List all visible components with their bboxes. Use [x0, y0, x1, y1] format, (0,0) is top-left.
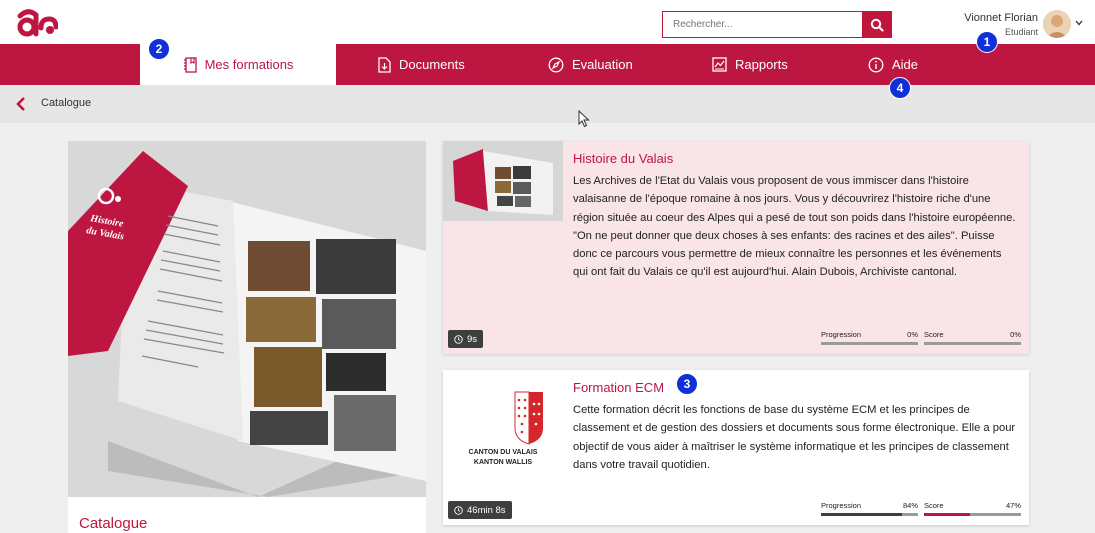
- search-icon: [870, 18, 884, 32]
- annotation-badge-1: 1: [976, 31, 998, 53]
- course-description: Les Archives de l'Etat du Valais vous pr…: [573, 175, 1016, 279]
- course-footer: 46min 8s Progression 84% Score 47%: [443, 493, 1029, 525]
- annotation-badge-2: 2: [148, 38, 170, 60]
- user-role: Etudiant: [1004, 27, 1038, 37]
- search-input[interactable]: [662, 11, 862, 38]
- info-icon: [868, 57, 884, 72]
- duration-badge: 46min 8s: [448, 501, 512, 519]
- clock-icon: [454, 505, 463, 515]
- score-bar: [924, 342, 1021, 345]
- course-thumbnail: [443, 141, 563, 221]
- course-thumbnail: CANTON DU VALAIS KANTON WALLIS: [443, 370, 563, 485]
- progression-value: 0%: [907, 330, 918, 339]
- tab-evaluation[interactable]: Evaluation: [548, 44, 633, 85]
- tab-label: Evaluation: [572, 57, 633, 72]
- progression-label: Progression: [821, 330, 862, 339]
- progression-metric: Progression 0%: [821, 330, 918, 348]
- progression-bar: [821, 342, 918, 345]
- tab-rapports[interactable]: Rapports: [712, 44, 788, 85]
- score-fill: [924, 513, 970, 516]
- score-label: Score: [924, 330, 944, 339]
- top-header: Vionnet Florian Etudiant: [0, 0, 1095, 44]
- score-metric: Score 47%: [924, 501, 1021, 519]
- catalog-cover-image: Histoire du Valais: [68, 141, 426, 497]
- thumb-caption-2: KANTON WALLIS: [473, 459, 533, 466]
- score-label: Score: [924, 501, 944, 510]
- chevron-left-icon[interactable]: [14, 96, 28, 112]
- avatar[interactable]: [1043, 10, 1071, 38]
- course-title[interactable]: Histoire du Valais: [573, 151, 673, 166]
- tab-label: Documents: [399, 57, 465, 72]
- course-card-histoire[interactable]: Histoire du Valais Les Archives de l'Eta…: [443, 141, 1029, 354]
- course-description: Cette formation décrit les fonctions de …: [573, 404, 1016, 471]
- score-metric: Score 0%: [924, 330, 1021, 348]
- catalog-card[interactable]: Histoire du Valais Catalogue: [68, 141, 426, 533]
- tab-documents[interactable]: Documents: [378, 44, 465, 85]
- mouse-cursor-icon: [578, 110, 590, 128]
- duration-text: 9s: [467, 333, 478, 345]
- duration-text: 46min 8s: [467, 504, 506, 516]
- course-footer: 9s Progression 0% Score 0%: [443, 322, 1029, 354]
- app-logo[interactable]: [14, 6, 58, 38]
- report-icon: [712, 57, 727, 72]
- document-icon: [378, 56, 391, 73]
- search-button[interactable]: [862, 11, 892, 38]
- book-icon: [183, 56, 197, 73]
- compass-icon: [548, 57, 564, 72]
- breadcrumb-label: Catalogue: [41, 97, 92, 109]
- clock-icon: [454, 334, 463, 344]
- score-value: 0%: [1010, 330, 1021, 339]
- annotation-badge-3: 3: [676, 373, 698, 395]
- annotation-badge-4: 4: [889, 77, 911, 99]
- progression-bar: [821, 513, 918, 516]
- tab-label: Aide: [892, 57, 919, 72]
- progression-label: Progression: [821, 501, 862, 510]
- course-title[interactable]: Formation ECM: [573, 380, 664, 395]
- user-name: Vionnet Florian: [964, 12, 1038, 24]
- chevron-down-icon[interactable]: [1075, 20, 1083, 26]
- score-bar: [924, 513, 1021, 516]
- score-value: 47%: [1005, 501, 1021, 510]
- catalog-title: Catalogue: [79, 515, 148, 532]
- progression-metric: Progression 84%: [821, 501, 918, 519]
- thumb-caption-1: CANTON DU VALAIS: [468, 449, 538, 456]
- duration-badge: 9s: [448, 330, 484, 348]
- breadcrumb: Catalogue: [0, 85, 1095, 123]
- search-bar: [662, 11, 892, 38]
- tab-label: Mes formations: [204, 57, 294, 72]
- progression-value: 84%: [902, 501, 918, 510]
- user-menu[interactable]: Vionnet Florian Etudiant: [940, 10, 1085, 40]
- progression-fill: [821, 513, 903, 516]
- course-card-ecm[interactable]: CANTON DU VALAIS KANTON WALLIS Formation…: [443, 370, 1029, 525]
- tab-label: Rapports: [735, 57, 788, 72]
